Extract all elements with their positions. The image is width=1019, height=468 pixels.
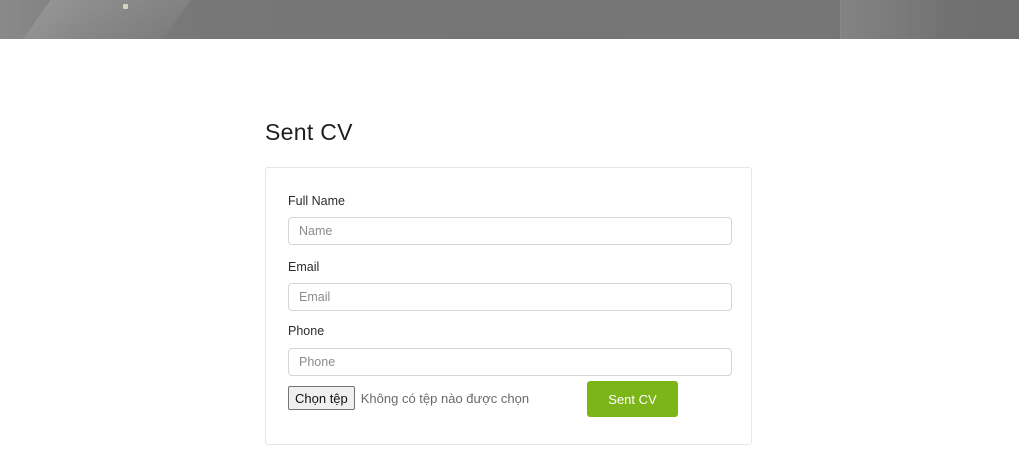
- email-label: Email: [288, 260, 320, 274]
- full-name-input[interactable]: [288, 217, 732, 245]
- banner-decoration: [8, 0, 212, 39]
- email-input[interactable]: [288, 283, 732, 311]
- hero-banner: [0, 0, 1019, 39]
- file-status-text: Không có tệp nào được chọn: [360, 390, 530, 406]
- banner-decoration: [123, 4, 128, 9]
- file-picker: Chọn tệp Không có tệp nào được chọn: [288, 385, 529, 411]
- banner-decoration: [840, 0, 936, 39]
- full-name-label: Full Name: [288, 194, 345, 208]
- send-cv-button[interactable]: Sent CV: [587, 381, 678, 417]
- cv-form: Full Name Email Phone Chọn tệp Không có …: [265, 167, 752, 445]
- choose-file-button[interactable]: Chọn tệp: [288, 386, 355, 410]
- page-title: Sent CV: [265, 119, 353, 145]
- phone-label: Phone: [288, 324, 325, 338]
- phone-input[interactable]: [288, 348, 732, 376]
